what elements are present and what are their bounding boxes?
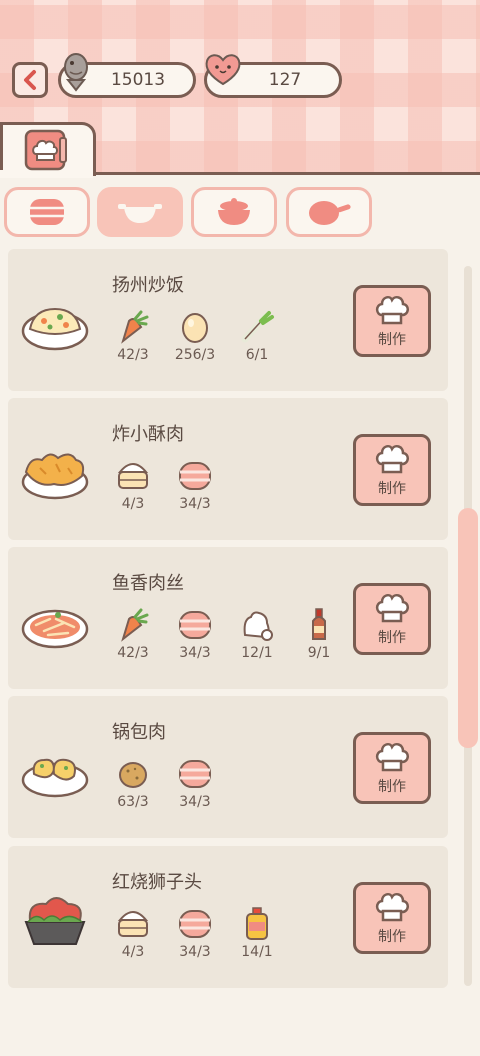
fried-rice-icon — [20, 291, 90, 355]
sweet-sour-pork-icon — [20, 738, 90, 802]
ingredient-count: 63/3 — [117, 794, 149, 810]
pork-icon — [170, 607, 220, 643]
make-button-label: 制作 — [378, 481, 406, 497]
make-button-label: 制作 — [378, 779, 406, 795]
ingredient: 12/1 — [232, 607, 282, 661]
make-button[interactable]: 制作 — [353, 434, 431, 506]
pot-icon — [218, 198, 250, 225]
carrot-icon — [108, 309, 158, 345]
ingredient: 4/3 — [108, 458, 158, 512]
ingredient: 42/3 — [108, 607, 158, 661]
chef-hat-icon — [375, 742, 409, 772]
recipe-card: 鱼香肉丝 42/3 34/3 12/1 9/1 制作 — [8, 547, 448, 689]
fish-icon — [64, 53, 88, 92]
sauce-bottle-icon — [294, 607, 344, 643]
ingredient-count: 12/1 — [241, 645, 273, 661]
category-steamer-button[interactable] — [4, 187, 90, 237]
make-button-label: 制作 — [378, 332, 406, 348]
wok-icon — [118, 204, 162, 223]
ingredient: 63/3 — [108, 756, 158, 810]
recipe-name: 锅包肉 — [112, 722, 166, 743]
ingredient: 6/1 — [232, 309, 282, 363]
make-button[interactable]: 制作 — [353, 583, 431, 655]
make-button[interactable]: 制作 — [353, 882, 431, 954]
ingredient-count: 4/3 — [121, 496, 145, 512]
scrollbar-thumb[interactable] — [458, 508, 478, 748]
potato-icon — [108, 756, 158, 792]
ingredient: 4/3 — [108, 906, 158, 960]
ingredient-count: 4/3 — [121, 944, 145, 960]
ingredient: 34/3 — [170, 906, 220, 960]
egg-icon — [170, 309, 220, 345]
make-button-label: 制作 — [378, 929, 406, 945]
recipe-name: 红烧狮子头 — [112, 872, 202, 893]
flour-icon — [108, 458, 158, 494]
back-button[interactable] — [12, 62, 48, 98]
steamer-icon — [30, 199, 64, 225]
ingredient: 256/3 — [170, 309, 220, 363]
pork-icon — [170, 756, 220, 792]
chef-hat-icon — [375, 444, 409, 474]
ingredient-count: 9/1 — [307, 645, 331, 661]
fried-pork-icon — [20, 440, 90, 504]
ingredient: 14/1 — [232, 906, 282, 960]
oil-bottle-icon — [232, 906, 282, 942]
category-wok-button[interactable] — [97, 187, 183, 237]
ingredient: 34/3 — [170, 607, 220, 661]
recipe-name: 扬州炒饭 — [112, 275, 184, 296]
ingredient-count: 34/3 — [179, 496, 211, 512]
flour-icon — [108, 906, 158, 942]
chevron-left-icon — [24, 70, 36, 90]
category-pan-button[interactable] — [286, 187, 372, 237]
carrot-icon — [108, 607, 158, 643]
make-button-label: 制作 — [378, 630, 406, 646]
scallion-icon — [232, 309, 282, 345]
chef-hat-icon — [375, 593, 409, 623]
make-button[interactable]: 制作 — [353, 285, 431, 357]
recipe-name: 炸小酥肉 — [112, 424, 184, 445]
category-pot-button[interactable] — [191, 187, 277, 237]
recipe-card: 炸小酥肉 4/3 34/3 制作 — [8, 398, 448, 540]
meatball-icon — [20, 888, 90, 952]
ingredient: 34/3 — [170, 756, 220, 810]
ingredient-count: 42/3 — [117, 347, 149, 363]
ingredient-count: 34/3 — [179, 645, 211, 661]
recipe-card: 扬州炒饭 42/3 256/3 6/1 制作 — [8, 249, 448, 391]
ingredient-count: 256/3 — [174, 347, 216, 363]
ingredient: 34/3 — [170, 458, 220, 512]
recipe-book-icon — [24, 129, 67, 171]
recipe-card: 锅包肉 63/3 34/3 制作 — [8, 696, 448, 838]
chef-hat-icon — [375, 295, 409, 325]
make-button[interactable]: 制作 — [353, 732, 431, 804]
heart-count: 127 — [268, 70, 302, 90]
pork-icon — [170, 906, 220, 942]
ingredient-count: 34/3 — [179, 944, 211, 960]
recipe-name: 鱼香肉丝 — [112, 573, 184, 594]
shredded-pork-icon — [20, 589, 90, 653]
ingredient-count: 34/3 — [179, 794, 211, 810]
pan-icon — [309, 201, 351, 225]
coin-count: 15013 — [110, 70, 166, 90]
ingredient-count: 14/1 — [241, 944, 273, 960]
chef-hat-icon — [375, 892, 409, 922]
sugar-icon — [232, 607, 282, 643]
ingredient-count: 42/3 — [117, 645, 149, 661]
heart-icon — [205, 54, 241, 86]
ingredient: 42/3 — [108, 309, 158, 363]
ingredient-count: 6/1 — [245, 347, 269, 363]
pork-icon — [170, 458, 220, 494]
recipe-card: 红烧狮子头 4/3 34/3 14/1 制作 — [8, 846, 448, 988]
ingredient: 9/1 — [294, 607, 344, 661]
